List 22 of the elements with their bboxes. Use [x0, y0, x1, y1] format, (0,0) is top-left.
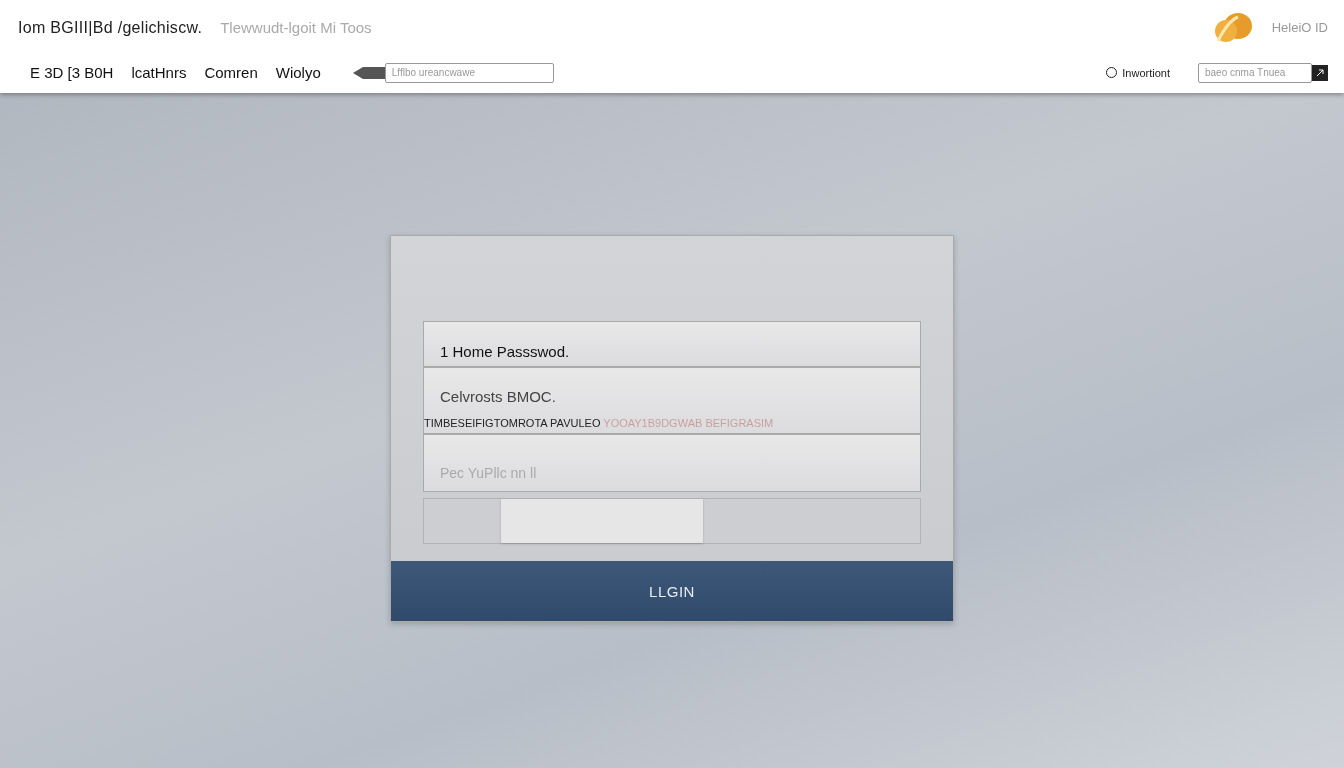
nav-link[interactable]: Wiolyo: [275, 64, 321, 81]
nav-link[interactable]: Comren: [204, 64, 258, 81]
text-field[interactable]: Pec YuPllc nn ll: [423, 434, 921, 492]
field-value: Celvrosts BMOC.: [439, 388, 557, 405]
search-button[interactable]: [1312, 64, 1328, 81]
text-field[interactable]: 1 Home Passswod.: [423, 321, 921, 367]
radio-icon[interactable]: [1106, 67, 1118, 78]
address-field[interactable]: Lfflbo ureancwawe: [384, 62, 554, 83]
arrow-icon: [1316, 68, 1324, 77]
radio-option[interactable]: Inwortiont: [1106, 66, 1170, 79]
search-field[interactable]: baeo cnma Tnuea: [1198, 62, 1312, 83]
nav-link[interactable]: E 3D [3 B0H: [30, 64, 114, 81]
radio-label: Inwortiont: [1122, 66, 1170, 79]
app-subtitle: Tlewwudt-lgoit Mi Toos: [220, 19, 372, 36]
field-value: 1 Home Passswod.: [439, 343, 571, 360]
app-title: Iom BGIII|Bd /gelichiscw.: [18, 18, 203, 37]
brand-text: HeleiO ID: [1271, 20, 1328, 35]
field-hint: TIMBESEIFIGTOMROTA PAVULEO YOOAY1B9DGWAB BEFIGRASIM: [424, 417, 775, 429]
input-field[interactable]: Pec YuPllc nn ll: [424, 465, 920, 481]
nav-link[interactable]: lcatHnrs: [131, 64, 187, 81]
text-field[interactable]: Celvrosts BMOC. TIMBESEIFIGTOMROTA PAVULEO YOOAY1B9DGWAB BEFIGRASIM: [423, 367, 921, 434]
login-button[interactable]: LLGIN: [391, 561, 953, 621]
